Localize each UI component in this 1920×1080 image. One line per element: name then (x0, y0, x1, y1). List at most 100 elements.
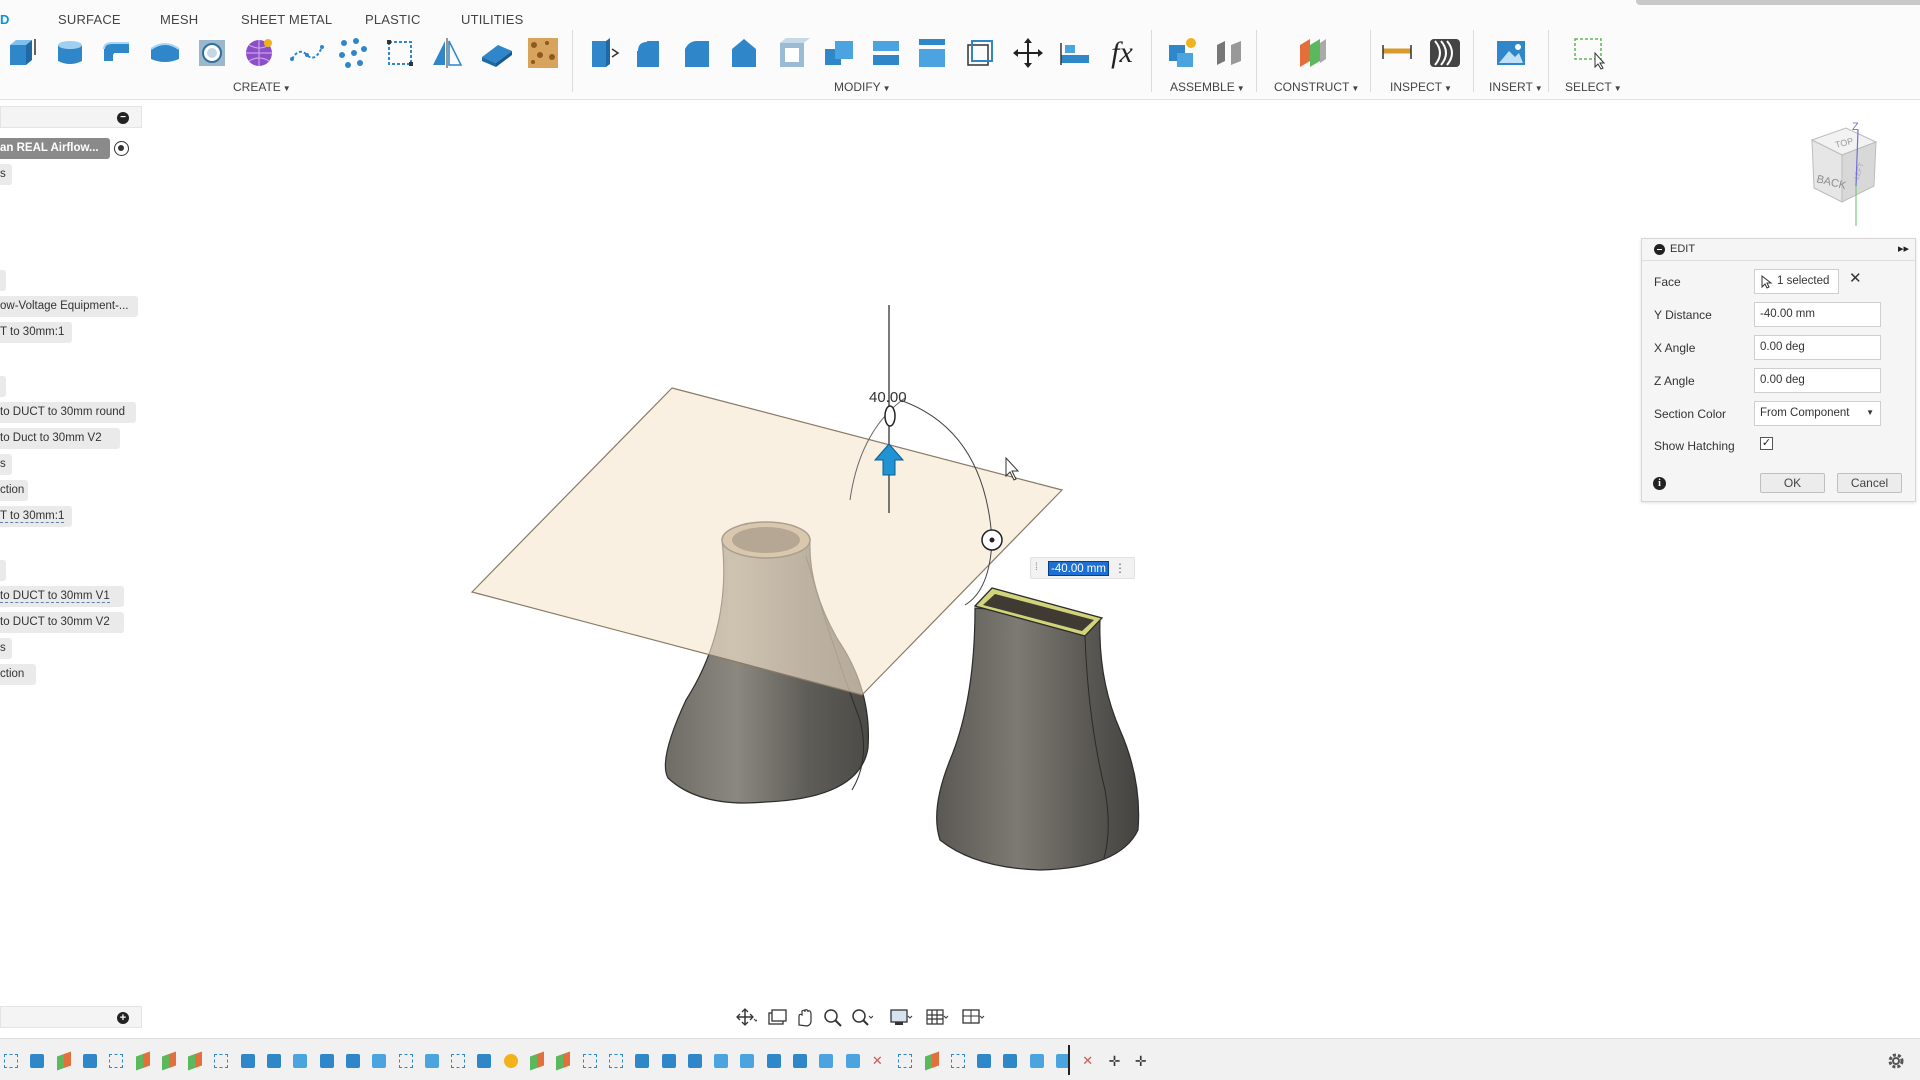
timeline-feature-sketch-icon[interactable] (109, 1054, 124, 1068)
browser-item[interactable]: to Duct to 30mm V2 (0, 428, 120, 449)
construct-menu[interactable]: CONSTRUCT ▼ (1274, 80, 1359, 94)
z-angle-input[interactable]: 0.00 deg (1754, 368, 1881, 393)
timeline-feature-form-icon[interactable] (503, 1054, 518, 1068)
collapse-dialog-icon[interactable] (1654, 244, 1665, 255)
timeline-feature-extrude-icon[interactable] (635, 1054, 650, 1068)
timeline-feature-sketch-icon[interactable] (582, 1054, 597, 1068)
tab-utilities[interactable]: UTILITIES (461, 12, 523, 27)
assemble-menu[interactable]: ASSEMBLE ▼ (1170, 80, 1245, 94)
texture-icon[interactable] (524, 34, 562, 72)
form-icon[interactable] (240, 34, 278, 72)
dialog-header[interactable]: EDIT ▸▸ (1642, 239, 1915, 261)
browser-item[interactable]: s (0, 164, 12, 185)
loft-icon[interactable] (146, 34, 184, 72)
timeline-feature-extrude-icon[interactable] (267, 1054, 281, 1068)
tab-solid[interactable]: D (0, 12, 10, 27)
timeline-feature-box-icon[interactable] (819, 1054, 834, 1068)
timeline-feature-split-icon[interactable] (188, 1051, 203, 1071)
timeline-feature-plane-icon[interactable] (56, 1051, 71, 1071)
timeline-feature-extrude-icon[interactable] (977, 1054, 992, 1068)
expand-comments-icon[interactable]: + (117, 1012, 129, 1024)
browser-item[interactable]: ow-Voltage Equipment-... (0, 296, 138, 317)
browser-item[interactable]: to DUCT to 30mm round (0, 402, 136, 423)
insert-image-icon[interactable] (1492, 34, 1530, 72)
face-selection-button[interactable]: 1 selected (1754, 269, 1839, 294)
grid-settings-icon[interactable] (925, 1007, 949, 1027)
y-distance-input[interactable]: -40.00 mm (1754, 302, 1881, 327)
ok-button[interactable]: OK (1760, 473, 1825, 493)
timeline-feature-sketch-icon[interactable] (398, 1054, 413, 1068)
move-icon[interactable] (1009, 34, 1047, 72)
split-face-icon[interactable] (913, 34, 951, 72)
new-component-icon[interactable] (1162, 34, 1200, 72)
timeline-feature-sketch-icon[interactable] (950, 1054, 965, 1068)
timeline-feature-extrude-icon[interactable] (687, 1054, 702, 1068)
thicken-icon[interactable] (477, 34, 515, 72)
timeline-feature-sketch-icon[interactable] (214, 1054, 229, 1068)
browser-item[interactable]: s (0, 454, 12, 475)
section-color-select[interactable]: From Component ▼ (1754, 401, 1881, 426)
show-hatching-checkbox[interactable]: ✓ (1760, 437, 1773, 450)
timeline-feature-move-icon[interactable]: ✛ (1135, 1054, 1149, 1068)
look-at-icon[interactable] (765, 1007, 789, 1027)
timeline-feature-plane-icon[interactable] (924, 1051, 939, 1071)
timeline-feature-loft-icon[interactable] (82, 1054, 97, 1068)
timeline-feature-split-icon[interactable] (135, 1051, 150, 1071)
browser-item[interactable] (0, 376, 6, 397)
distance-value[interactable]: -40.00 mm (1048, 561, 1109, 576)
expand-dialog-icon[interactable]: ▸▸ (1898, 242, 1909, 255)
press-pull-icon[interactable] (583, 34, 621, 72)
timeline-feature-box-icon[interactable] (424, 1054, 439, 1068)
browser-item[interactable]: ction (0, 664, 36, 685)
timeline-feature-box-icon[interactable] (293, 1054, 308, 1068)
timeline-feature-box-icon[interactable] (1029, 1054, 1044, 1068)
sweep-icon[interactable] (98, 34, 136, 72)
x-angle-input[interactable]: 0.00 deg (1754, 335, 1881, 360)
timeline-feature-delete-icon[interactable]: ✕ (1082, 1054, 1096, 1068)
more-options-icon[interactable]: ⋮ (1114, 561, 1126, 575)
browser-item-root[interactable]: an REAL Airflow... (0, 138, 110, 159)
timeline-feature-extrude-icon[interactable] (661, 1054, 676, 1068)
timeline-feature-sketch-icon[interactable] (4, 1054, 18, 1068)
tab-surface[interactable]: SURFACE (58, 12, 121, 27)
select-menu[interactable]: SELECT ▼ (1565, 80, 1622, 94)
measure-icon[interactable] (1378, 34, 1416, 72)
shell-icon[interactable] (773, 34, 811, 72)
cancel-button[interactable]: Cancel (1837, 473, 1902, 493)
create-menu[interactable]: CREATE ▼ (233, 80, 291, 94)
chamfer-icon[interactable] (678, 34, 716, 72)
timeline-feature-extrude-icon[interactable] (793, 1054, 807, 1068)
timeline-feature-move-icon[interactable]: ✛ (1109, 1054, 1123, 1068)
browser-item[interactable]: s (0, 638, 12, 659)
comments-panel-header[interactable]: + (0, 1006, 142, 1028)
browser-item[interactable]: T to 30mm:1 (0, 322, 72, 343)
revolve-icon[interactable] (51, 34, 89, 72)
timeline-feature-box-icon[interactable] (714, 1054, 729, 1068)
timeline-marker[interactable] (1068, 1045, 1070, 1075)
browser-item[interactable]: to DUCT to 30mm V2 (0, 612, 124, 633)
timeline-feature-extrude-icon[interactable] (319, 1054, 334, 1068)
fx-parameters-icon[interactable]: fx (1103, 34, 1141, 72)
timeline-feature-box-icon[interactable] (372, 1054, 387, 1068)
timeline-feature-extrude-icon[interactable] (240, 1054, 255, 1068)
timeline-feature-plane-icon[interactable] (530, 1051, 544, 1071)
timeline-feature-box-icon[interactable] (740, 1054, 755, 1068)
orbit-icon[interactable] (733, 1007, 757, 1027)
tab-plastic[interactable]: PLASTIC (365, 12, 421, 27)
fillet-icon[interactable] (630, 34, 668, 72)
browser-item[interactable]: T to 30mm:1 (0, 506, 72, 527)
offset-plane-icon[interactable] (1293, 34, 1331, 72)
extrude-icon[interactable] (3, 34, 41, 72)
spline-icon[interactable] (288, 34, 326, 72)
timeline-feature-sketch-icon[interactable] (608, 1054, 623, 1068)
collapse-browser-icon[interactable]: − (117, 112, 129, 124)
align-icon[interactable] (1056, 34, 1094, 72)
timeline-feature-sketch-icon[interactable] (898, 1054, 913, 1068)
joint-icon[interactable] (1210, 34, 1248, 72)
timeline-feature-extrude-icon[interactable] (1003, 1054, 1018, 1068)
timeline-feature-box-icon[interactable] (845, 1054, 860, 1068)
draft-icon[interactable] (725, 34, 763, 72)
pattern-icon[interactable] (333, 34, 371, 72)
insert-menu[interactable]: INSERT ▼ (1489, 80, 1543, 94)
browser-item[interactable] (0, 560, 6, 581)
